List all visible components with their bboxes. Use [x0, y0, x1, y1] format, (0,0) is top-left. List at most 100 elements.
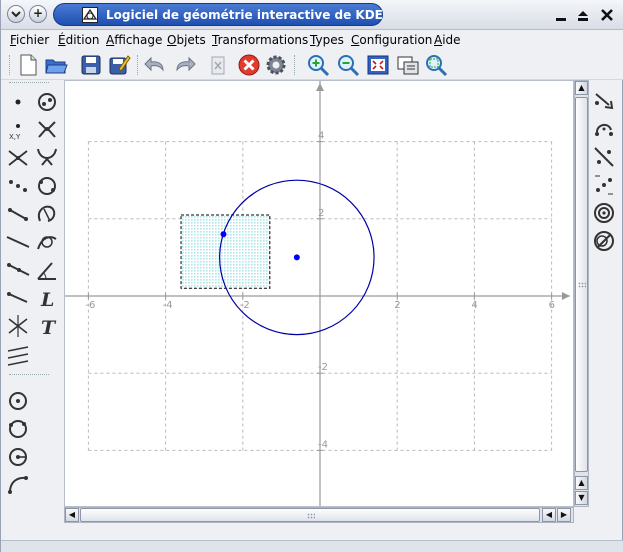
segment-tool[interactable]: [5, 201, 31, 227]
window-menu-button[interactable]: [7, 5, 25, 23]
special-point-tool[interactable]: [34, 89, 60, 115]
menu-aide[interactable]: Aide: [434, 33, 461, 47]
vertical-scroll-thumb[interactable]: [575, 97, 588, 472]
scroll-left-button-right[interactable]: ◀: [542, 508, 556, 522]
y-tick-label: -4: [318, 439, 328, 450]
circle-through-points-tool[interactable]: [34, 145, 60, 171]
point-reflection-tool[interactable]: [591, 172, 617, 198]
vertical-scrollbar[interactable]: ▲ ▲ ▼: [574, 80, 589, 507]
menu-transformations[interactable]: Transformations: [212, 33, 308, 47]
reflection-line-tool[interactable]: [591, 144, 617, 170]
fit-to-screen-button[interactable]: [366, 53, 390, 77]
settings-button[interactable]: [264, 53, 288, 77]
special-point-icon: [38, 93, 56, 111]
menu-fichier[interactable]: Fichier: [10, 33, 49, 47]
reflection-line-icon: [594, 147, 614, 167]
locus-tool[interactable]: [34, 173, 60, 199]
export-button[interactable]: [396, 53, 420, 77]
menu-configuration[interactable]: Configuration: [351, 33, 432, 47]
minimize-icon: [556, 18, 566, 21]
point-marker: [220, 231, 227, 238]
settings-gear-icon: [266, 55, 286, 75]
scroll-up-button-lower[interactable]: ▲: [575, 476, 588, 490]
sticky-button[interactable]: +: [29, 5, 47, 23]
ray-icon: [7, 263, 30, 276]
text-tool[interactable]: T: [34, 313, 60, 339]
open-button[interactable]: [44, 53, 68, 77]
delete-button[interactable]: [206, 53, 230, 77]
y-tick-label: -2: [318, 362, 328, 373]
close-button[interactable]: [599, 7, 615, 23]
scroll-left-button[interactable]: ◀: [65, 508, 79, 522]
angle-tool[interactable]: [34, 257, 60, 283]
parallel-tool[interactable]: [5, 341, 31, 367]
line-tool[interactable]: [5, 229, 31, 255]
horizontal-scrollbar[interactable]: ◀ ◀ ▶: [64, 507, 574, 523]
menu-bar: Fichier Édition Affichage Objets Transfo…: [1, 30, 623, 50]
palette-grip: [9, 374, 49, 376]
horizontal-scroll-thumb[interactable]: [80, 508, 540, 522]
point-tool[interactable]: [5, 89, 31, 115]
line-icon: [6, 236, 30, 248]
bisector-tool[interactable]: [5, 313, 31, 339]
circle-center-point-tool[interactable]: [5, 444, 31, 470]
arc-three-points-tool[interactable]: [5, 472, 31, 498]
cancel-construction-button[interactable]: [237, 53, 261, 77]
save-button[interactable]: [79, 53, 103, 77]
arc-tool[interactable]: [34, 201, 60, 227]
circle-three-points-tool[interactable]: [5, 416, 31, 442]
zoom-in-button[interactable]: [306, 53, 330, 77]
intersection-tool[interactable]: [5, 145, 31, 171]
locus-icon: [38, 177, 56, 195]
menu-types[interactable]: Types: [310, 33, 344, 47]
save-icon: [81, 55, 101, 75]
angle-icon: [37, 262, 56, 280]
constrained-point-tool[interactable]: [5, 173, 31, 199]
arc-icon: [38, 205, 56, 222]
zoom-out-button[interactable]: [336, 53, 360, 77]
segment-icon: [8, 208, 28, 221]
inversion-tool[interactable]: [591, 228, 617, 254]
open-folder-icon: [45, 59, 68, 74]
menu-objets[interactable]: Objets: [167, 33, 206, 47]
label-tool[interactable]: L: [34, 285, 60, 311]
translation-tool[interactable]: [591, 88, 617, 114]
coordinate-point-icon: X,Y: [9, 124, 21, 141]
title-pill[interactable]: Logiciel de géométrie interactive de KDE: [53, 3, 383, 26]
zoom-area-button[interactable]: [424, 53, 448, 77]
redo-icon: [176, 56, 196, 72]
minimize-button[interactable]: [553, 7, 569, 23]
x-axis-arrow: [562, 292, 570, 300]
scroll-down-button[interactable]: ▼: [575, 491, 588, 505]
rotation-icon: [595, 124, 613, 136]
circle-center-icon: [9, 392, 27, 410]
svg-text:X,Y: X,Y: [9, 133, 21, 141]
geometry-canvas[interactable]: -6 -4 -2 2 4 6 4 2 -2 -4: [64, 80, 574, 507]
scroll-right-button[interactable]: ▶: [557, 508, 571, 522]
scroll-up-button[interactable]: ▲: [575, 81, 588, 95]
geometry-drawing[interactable]: -6 -4 -2 2 4 6 4 2 -2 -4: [65, 81, 574, 507]
svg-text:T: T: [41, 317, 57, 339]
menu-affichage[interactable]: Affichage: [106, 33, 162, 47]
redo-button[interactable]: [173, 53, 197, 77]
homothety-tool[interactable]: [591, 200, 617, 226]
midpoint-tool[interactable]: [34, 117, 60, 143]
maximize-button[interactable]: [575, 7, 591, 23]
coordinate-point-tool[interactable]: X,Y: [5, 117, 31, 143]
new-document-button[interactable]: [16, 53, 40, 77]
vector-tool[interactable]: [34, 229, 60, 255]
save-as-button[interactable]: [107, 53, 131, 77]
rotation-tool[interactable]: [591, 116, 617, 142]
scroll-grip: [307, 513, 315, 519]
menu-edition[interactable]: Édition: [58, 33, 100, 47]
translation-icon: [595, 93, 614, 110]
kig-app-icon: [82, 7, 98, 23]
svg-text:L: L: [40, 289, 54, 311]
maximize-icon: [578, 11, 588, 21]
perpendicular-tool[interactable]: [5, 285, 31, 311]
ray-tool[interactable]: [5, 257, 31, 283]
fit-to-screen-icon: [367, 55, 389, 75]
undo-button[interactable]: [143, 53, 167, 77]
title-bar[interactable]: + Logiciel de géométrie interactive de K…: [1, 0, 623, 30]
circle-center-tool[interactable]: [5, 388, 31, 414]
